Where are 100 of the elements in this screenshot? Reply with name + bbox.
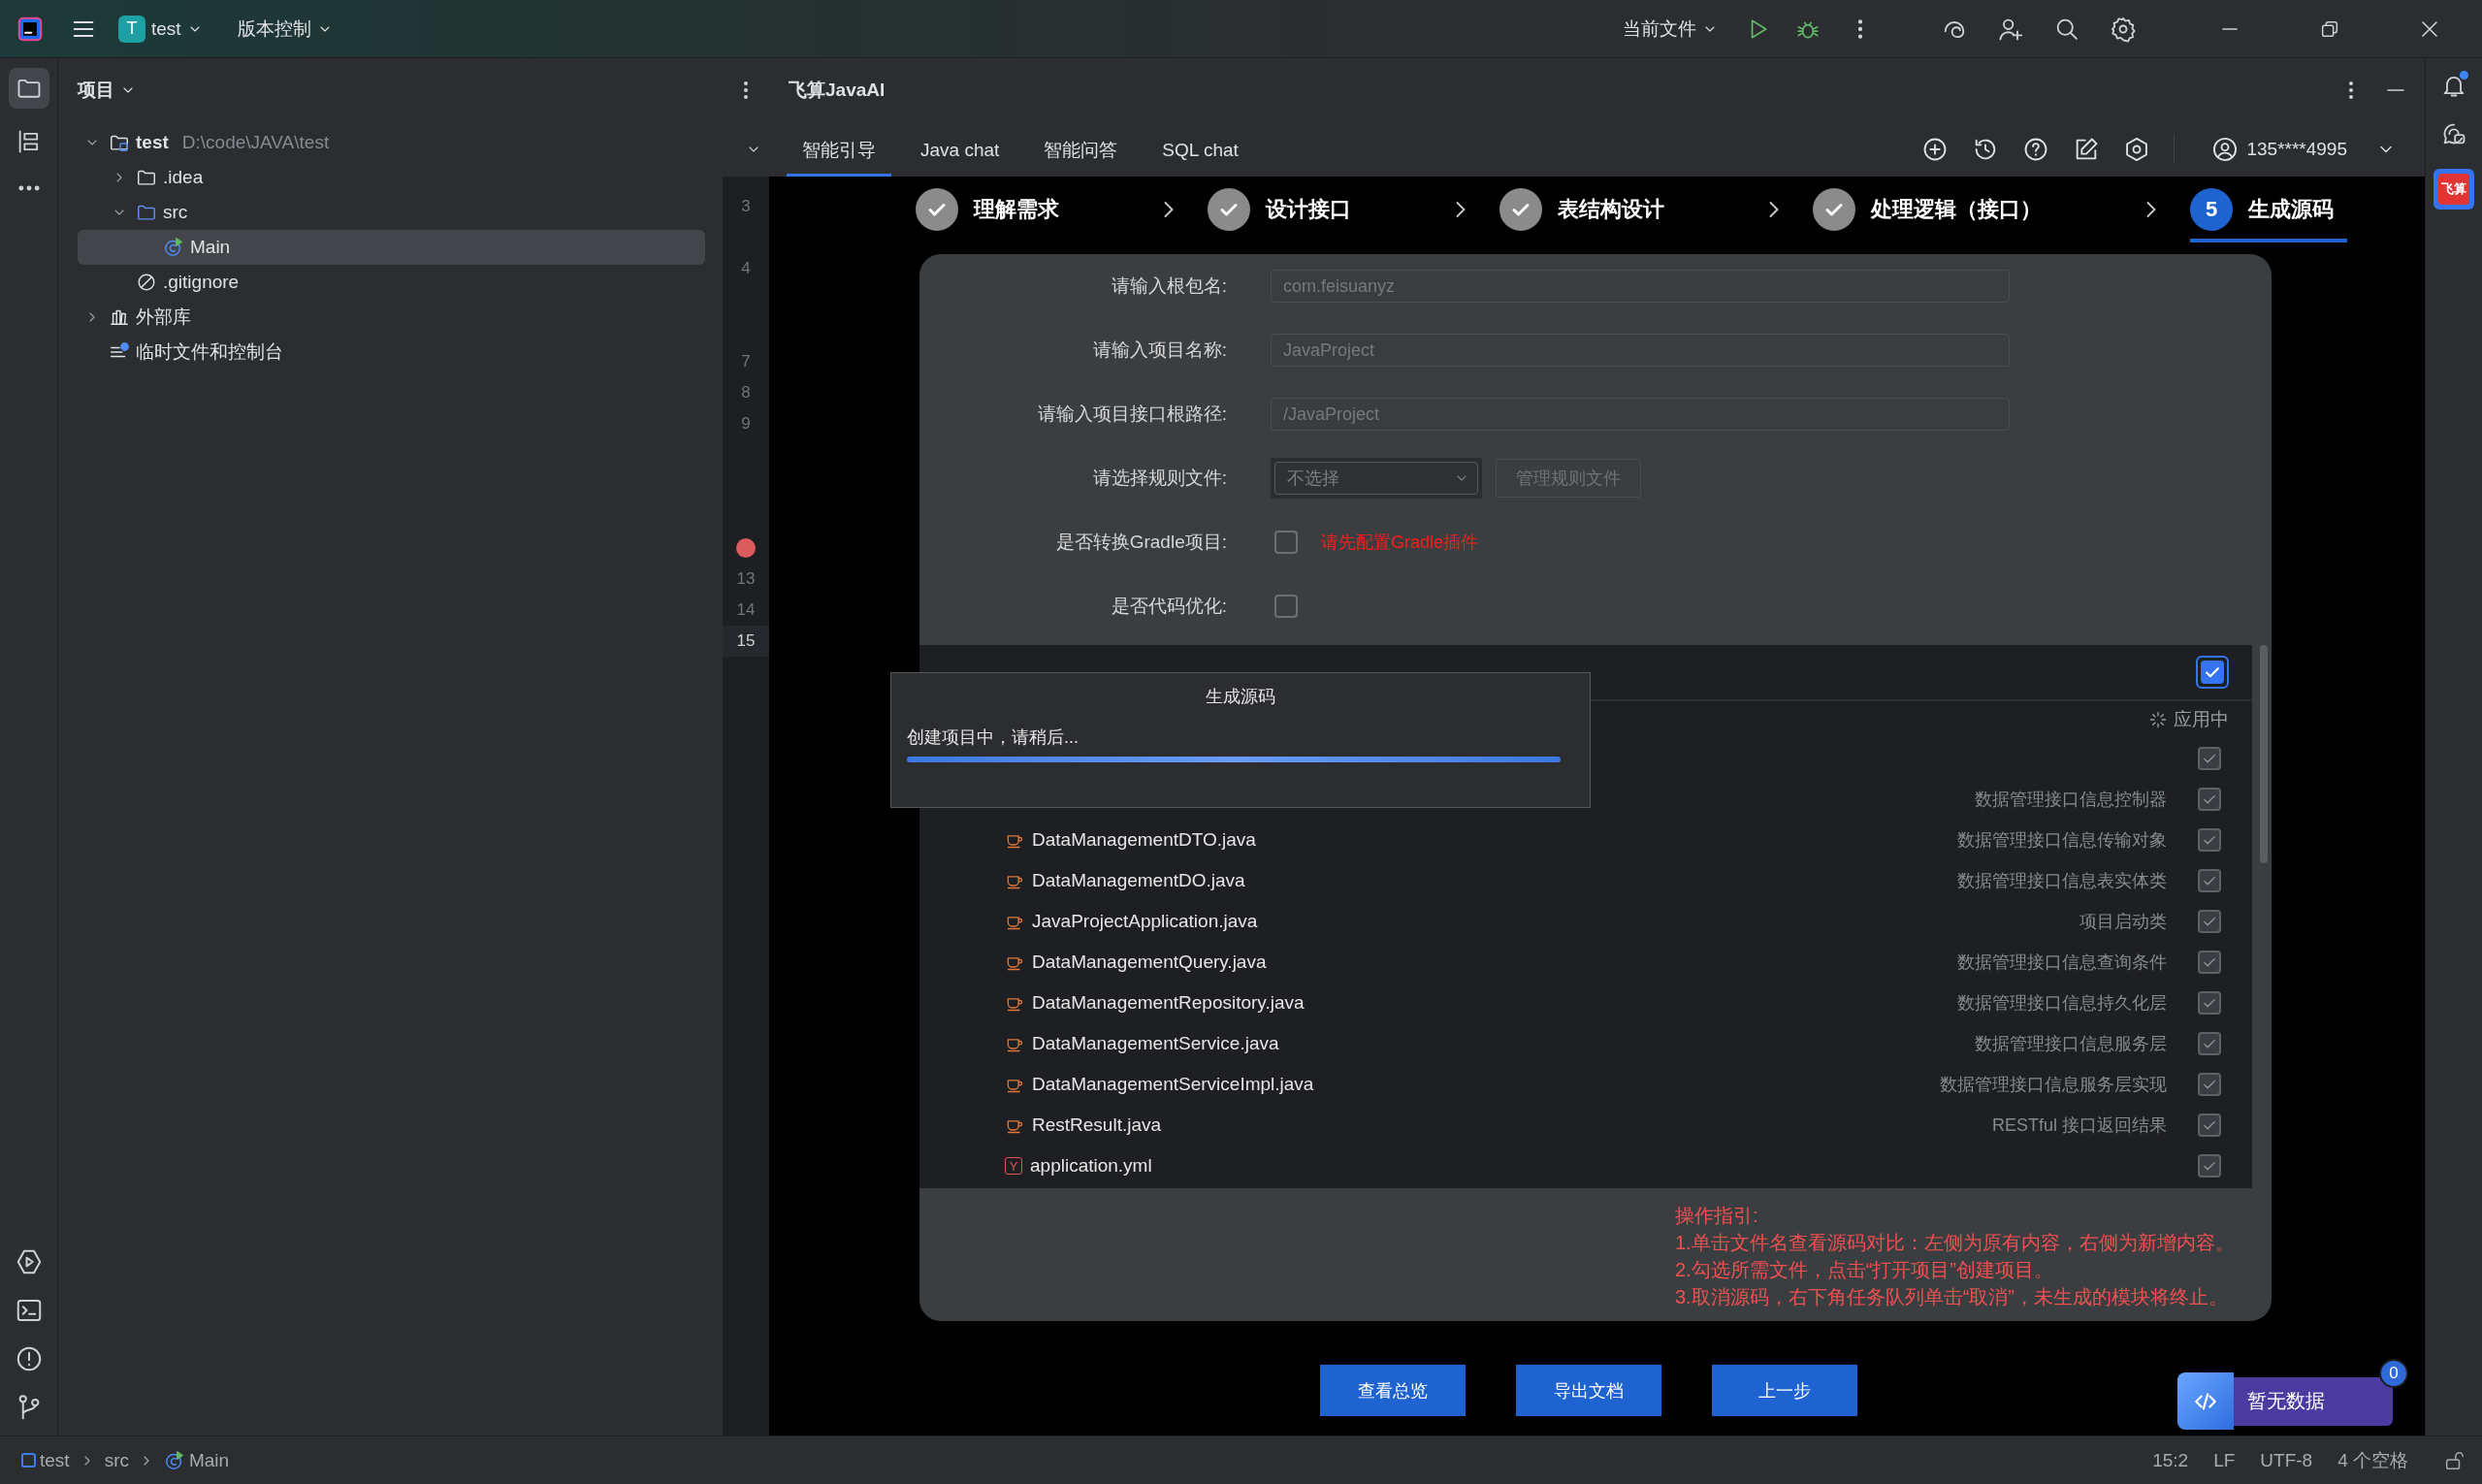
tab[interactable]: Java chat xyxy=(905,121,1015,177)
yaml-icon: Y xyxy=(1005,1157,1022,1175)
panel-title[interactable]: 项目 xyxy=(78,77,114,103)
file-name[interactable]: DataManagementQuery.java xyxy=(1032,952,1267,973)
file-name[interactable]: DataManagementDO.java xyxy=(1032,870,1245,891)
text-field[interactable]: com.feisuanyz xyxy=(1271,270,2010,303)
guide-text: 3.取消源码，右下角任务队列单击“取消”，未生成的模块将终止。 xyxy=(1675,1285,2229,1309)
line-number: 3 xyxy=(741,197,751,216)
project-avatar: T xyxy=(118,15,145,43)
file-description: 数据管理接口信息表实体类 xyxy=(1957,871,2167,890)
step-tab[interactable]: 处理逻辑（接口） xyxy=(1813,177,2055,242)
action-button[interactable]: 上一步 xyxy=(1711,1365,1857,1416)
guide-title: 操作指引: xyxy=(1675,1204,1759,1228)
checkbox[interactable] xyxy=(1274,595,1298,618)
status-text: 应用中 xyxy=(2174,708,2229,731)
file-name[interactable]: application.yml xyxy=(1030,1155,1152,1177)
encoding[interactable]: UTF-8 xyxy=(2250,1449,2323,1471)
checkbox[interactable] xyxy=(1274,531,1298,554)
file-name[interactable]: DataManagementService.java xyxy=(1032,1033,1279,1054)
field-label: 请输入项目名称: xyxy=(1091,339,1228,362)
line-number: 4 xyxy=(741,259,751,278)
ignore-icon xyxy=(136,272,157,293)
module-icon xyxy=(21,1453,36,1468)
count-badge: 0 xyxy=(2379,1359,2408,1388)
class-icon xyxy=(163,237,184,258)
plugin-logo[interactable]: 飞算 xyxy=(2434,169,2474,210)
step-number: 5 xyxy=(2190,188,2233,231)
account-menu[interactable]: 135****4995 xyxy=(2202,121,2425,177)
file-description: RESTful 接口返回结果 xyxy=(1991,1115,2167,1135)
file-name[interactable]: DataManagementDTO.java xyxy=(1032,829,1256,851)
checkbox[interactable] xyxy=(2198,869,2221,892)
checkbox[interactable] xyxy=(2198,910,2221,933)
checkbox[interactable] xyxy=(2198,828,2221,852)
guide-text: 2.勾选所需文件，点击“打开项目”创建项目。 xyxy=(1675,1258,2054,1282)
guide-text: 1.单击文件名查看源码对比：左侧为原有内容，右侧为新增内容。 xyxy=(1675,1231,2236,1255)
tab[interactable]: 智能问答 xyxy=(1028,121,1134,177)
line-ending[interactable]: LF xyxy=(2204,1449,2245,1471)
breadcrumb[interactable]: test xyxy=(17,1449,74,1471)
project-tool-button[interactable] xyxy=(8,68,49,109)
field-label: 是否转换Gradle项目: xyxy=(1054,531,1228,554)
tree-item[interactable]: Main xyxy=(78,230,705,265)
file-name[interactable]: DataManagementRepository.java xyxy=(1032,992,1305,1014)
file-description: 项目启动类 xyxy=(2079,912,2167,931)
field-label: 请输入根包名: xyxy=(1110,274,1228,298)
tab[interactable]: SQL chat xyxy=(1146,121,1254,177)
action-button[interactable]: 查看总览 xyxy=(1319,1365,1466,1416)
file-description: 数据管理接口信息持久化层 xyxy=(1957,993,2167,1013)
line-number: 13 xyxy=(736,569,756,589)
lock-icon[interactable] xyxy=(2443,1449,2465,1471)
vcs-menu[interactable]: 版本控制 xyxy=(229,10,340,48)
class-icon xyxy=(163,1449,185,1471)
line-number: 15 xyxy=(736,631,756,651)
field-label: 是否代码优化: xyxy=(1110,595,1228,618)
action-button[interactable]: 导出文档 xyxy=(1515,1365,1661,1416)
checkbox[interactable] xyxy=(2198,747,2221,770)
checkbox[interactable] xyxy=(2198,788,2221,811)
scrollbar-thumb[interactable] xyxy=(2260,645,2268,863)
breadcrumb[interactable]: Main xyxy=(159,1449,234,1471)
panel-title: 飞算JavaAI xyxy=(789,78,886,102)
field-label: 请输入项目接口根路径: xyxy=(1036,403,1228,426)
checkbox[interactable] xyxy=(2198,1154,2221,1178)
tree-item[interactable]: 临时文件和控制台 xyxy=(78,335,705,370)
line-number: 14 xyxy=(736,600,756,620)
tree-item[interactable]: .gitignore xyxy=(78,265,705,300)
path-text: D:\code\JAVA\test xyxy=(181,132,330,153)
step-tab[interactable]: 设计接口 xyxy=(1208,177,1365,242)
checkbox[interactable] xyxy=(2198,1073,2221,1096)
checkbox[interactable] xyxy=(2198,991,2221,1015)
project-switcher[interactable]: T test xyxy=(111,9,210,48)
file-description: 数据管理接口信息服务层 xyxy=(1975,1034,2167,1053)
settings-icon[interactable] xyxy=(2110,15,2137,43)
field-label: 请选择规则文件: xyxy=(1091,467,1228,490)
select-all-checkbox[interactable] xyxy=(2196,656,2229,689)
warning-text: 请先配置Gradle插件 xyxy=(1321,532,1479,554)
line-number: 7 xyxy=(741,352,751,371)
checkbox[interactable] xyxy=(2198,1113,2221,1137)
file-name[interactable]: JavaProjectApplication.java xyxy=(1032,911,1258,932)
line-number: 9 xyxy=(741,414,751,434)
breakpoint-icon[interactable] xyxy=(736,538,756,558)
tree-item[interactable]: test D:\code\JAVA\test xyxy=(78,125,705,160)
step-tab[interactable]: 表结构设计 xyxy=(1499,177,1678,242)
tree-item[interactable]: 外部库 xyxy=(78,300,705,335)
step-tab[interactable]: 理解需求 xyxy=(916,177,1073,242)
breadcrumb[interactable]: src xyxy=(100,1449,133,1471)
checkbox[interactable] xyxy=(2198,951,2221,974)
cursor-position[interactable]: 15:2 xyxy=(2143,1449,2199,1471)
file-name[interactable]: DataManagementServiceImpl.java xyxy=(1032,1074,1314,1095)
text-field[interactable]: /JavaProject xyxy=(1271,398,2010,431)
user-icon xyxy=(2211,135,2240,163)
text-field[interactable]: JavaProject xyxy=(1271,334,2010,367)
code-icon[interactable] xyxy=(2177,1372,2234,1430)
file-description: 数据管理接口信息传输对象 xyxy=(1957,830,2167,850)
tree-item[interactable]: .idea xyxy=(78,160,705,195)
checkbox[interactable] xyxy=(2198,1032,2221,1055)
file-name[interactable]: RestResult.java xyxy=(1032,1114,1162,1136)
indent-setting[interactable]: 4 个空格 xyxy=(2328,1447,2418,1473)
step-tab[interactable]: 5 生成源码 xyxy=(2190,177,2347,242)
run-config-menu[interactable]: 当前文件 xyxy=(1615,10,1725,48)
tree-item[interactable]: src xyxy=(78,195,705,230)
file-description: 数据管理接口信息控制器 xyxy=(1975,790,2167,809)
